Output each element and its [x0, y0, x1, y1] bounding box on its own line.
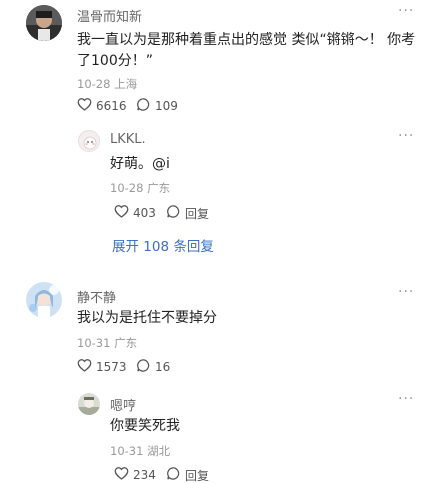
reply-label: 回复: [185, 206, 210, 221]
comment-text: 我以为是托住不要掉分: [77, 310, 217, 326]
like-count: 6616: [96, 98, 127, 113]
comment-bubble-icon: [136, 97, 151, 115]
reply-author[interactable]: LKKL.: [110, 132, 146, 147]
reply-author[interactable]: 嗯哼: [110, 395, 136, 414]
comment-text-cont: 了100分！”: [77, 53, 153, 69]
reply-meta: 10-28 广东: [110, 181, 171, 195]
heart-icon: [77, 358, 92, 375]
reply-text: 你要笑死我: [110, 418, 180, 434]
like-count: 234: [133, 467, 156, 482]
heart-icon: [114, 204, 129, 221]
like-button[interactable]: 6616: [77, 97, 127, 114]
reply-count: 109: [155, 99, 178, 113]
avatar[interactable]: [78, 393, 100, 415]
more-options-icon[interactable]: ···: [398, 284, 414, 300]
comment-bubble-icon: [166, 204, 181, 222]
avatar[interactable]: [78, 130, 100, 152]
comment-meta: 10-31 广东: [77, 336, 138, 350]
like-button[interactable]: 1573: [77, 358, 127, 375]
more-options-icon[interactable]: ···: [398, 391, 414, 407]
like-count: 1573: [96, 359, 127, 374]
comment-author[interactable]: 静不静: [77, 287, 116, 306]
comment-text: 我一直以为是那种着重点出的感觉 类似“锵锵～！ 你考: [77, 32, 416, 48]
reply-meta: 10-31 湖北: [110, 444, 171, 458]
avatar[interactable]: [26, 282, 62, 318]
like-button[interactable]: 234: [114, 466, 156, 483]
avatar[interactable]: [26, 5, 62, 41]
reply-button[interactable]: 回复: [166, 204, 209, 222]
more-options-icon[interactable]: ···: [398, 128, 414, 144]
like-count: 403: [133, 205, 156, 220]
comment-bubble-icon: [166, 466, 181, 484]
comment-meta: 10-28 上海: [77, 77, 138, 91]
expand-replies-link[interactable]: 展开 108 条回复: [112, 235, 214, 255]
comment-bubble-icon: [136, 358, 151, 376]
reply-count-button[interactable]: 109: [136, 97, 178, 115]
reply-count: 16: [155, 360, 171, 374]
like-button[interactable]: 403: [114, 204, 156, 221]
reply-count-button[interactable]: 16: [136, 358, 170, 376]
more-options-icon[interactable]: ···: [398, 3, 414, 19]
comment-author[interactable]: 温骨而知新: [77, 6, 142, 25]
reply-text: 好萌。@i: [110, 156, 170, 172]
reply-button[interactable]: 回复: [166, 466, 209, 484]
heart-icon: [77, 97, 92, 114]
heart-icon: [114, 466, 129, 483]
